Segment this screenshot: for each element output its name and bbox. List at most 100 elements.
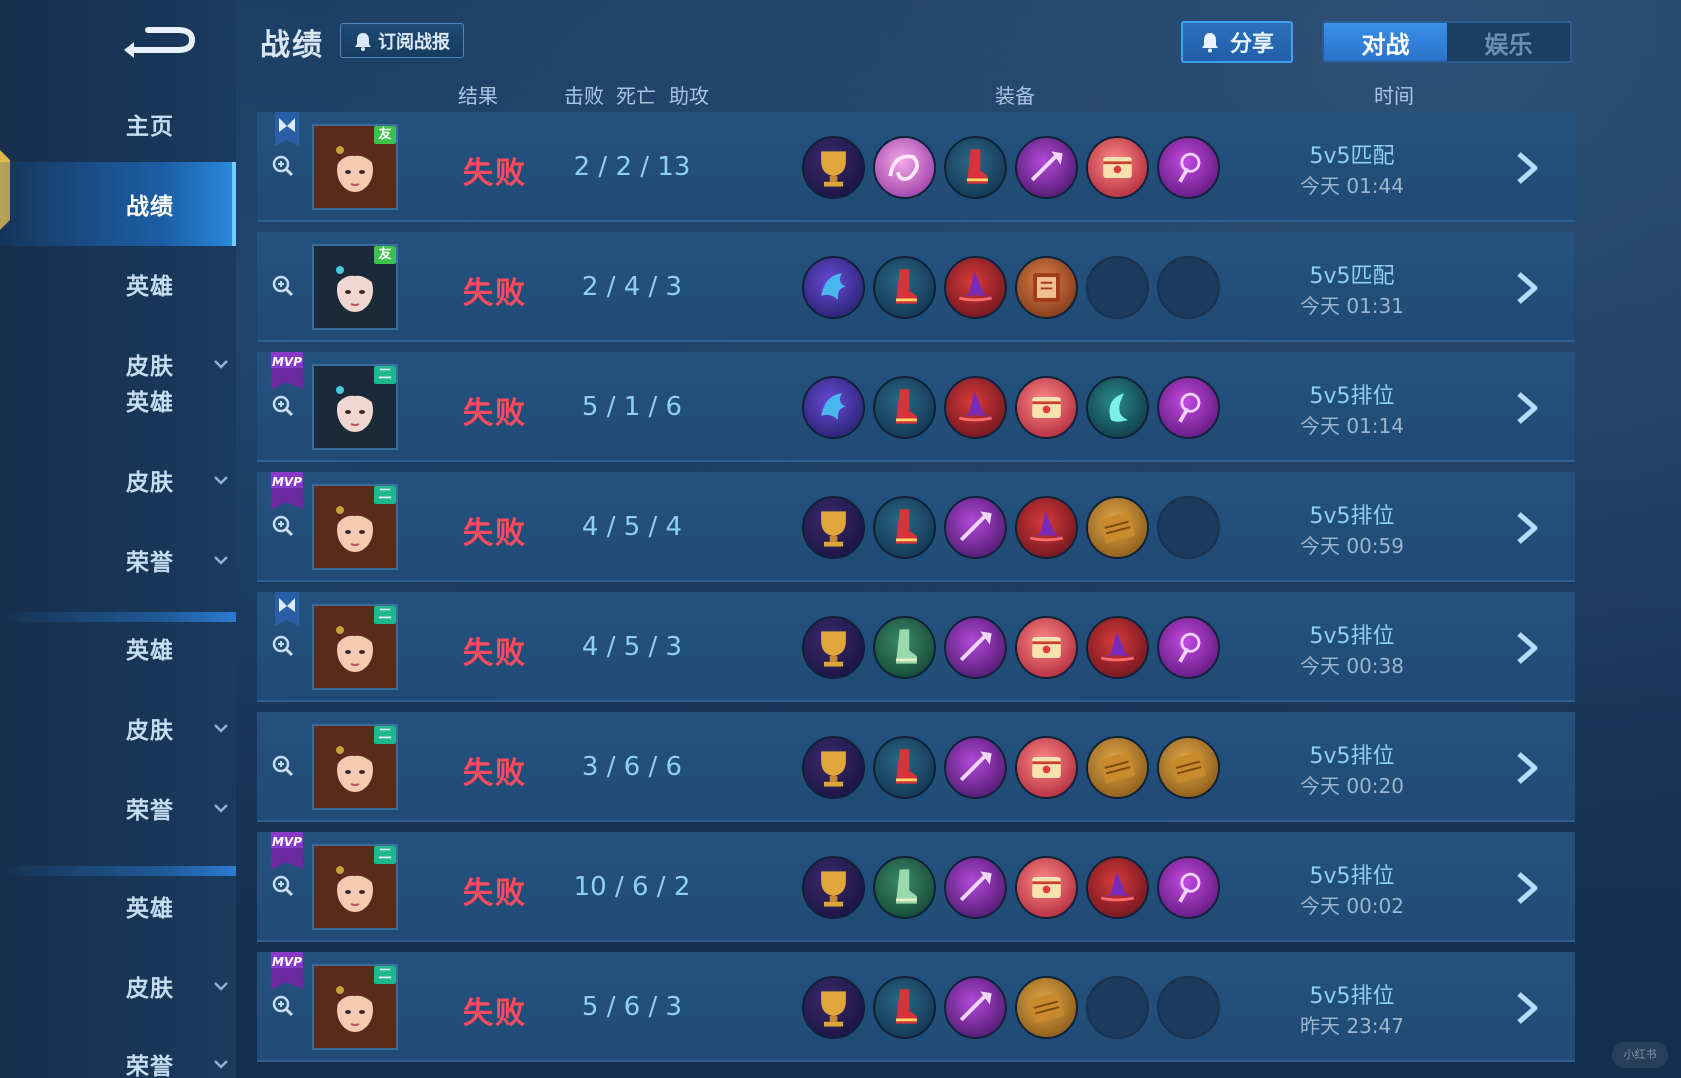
pink-swirl-item-icon[interactable] bbox=[873, 136, 936, 199]
red-boots-item-icon[interactable] bbox=[873, 976, 936, 1039]
purple-scepter-item-icon[interactable] bbox=[1157, 616, 1220, 679]
match-row[interactable]: 二失败 3 / 6 / 6 5v5排位 今天 00:20 bbox=[257, 712, 1575, 822]
red-boots-item-icon[interactable] bbox=[944, 136, 1007, 199]
subscribe-report-button[interactable]: 订阅战报 bbox=[340, 23, 464, 58]
match-row[interactable]: 友失败 2 / 2 / 13 5v5匹配 今天 01:44 bbox=[257, 112, 1575, 222]
match-row[interactable]: 友失败 2 / 4 / 3 5v5匹配 今天 01:31 bbox=[257, 232, 1575, 342]
purple-staff-item-icon[interactable] bbox=[944, 616, 1007, 679]
share-button[interactable]: 分享 bbox=[1181, 21, 1293, 63]
trophy-item-icon[interactable] bbox=[802, 736, 865, 799]
match-mode: 5v5排位 bbox=[1309, 624, 1395, 649]
match-row[interactable]: MVP 二失败 5 / 6 / 3 5v5排位 昨天 23:47 bbox=[257, 952, 1575, 1062]
tab-entertainment[interactable]: 娱乐 bbox=[1447, 23, 1570, 61]
wizard-hat-item-icon[interactable] bbox=[1086, 856, 1149, 919]
purple-scepter-item-icon[interactable] bbox=[1157, 136, 1220, 199]
view-detail-icon[interactable] bbox=[271, 154, 295, 178]
green-boots-item-icon[interactable] bbox=[873, 616, 936, 679]
sidebar-item[interactable]: 荣誉 bbox=[0, 532, 236, 588]
chevron-right-icon[interactable] bbox=[1509, 868, 1543, 908]
sidebar-item[interactable]: 皮肤 bbox=[0, 958, 236, 1014]
back-arrow-icon[interactable] bbox=[120, 20, 200, 64]
view-detail-icon[interactable] bbox=[271, 754, 295, 778]
equipment-list bbox=[802, 616, 1220, 679]
match-row[interactable]: MVP 二失败 4 / 5 / 4 5v5排位 今天 00:59 bbox=[257, 472, 1575, 582]
trophy-item-icon[interactable] bbox=[802, 856, 865, 919]
match-mode: 5v5排位 bbox=[1309, 744, 1395, 769]
chevron-down-icon bbox=[214, 556, 228, 565]
party-tag-badge: 二 bbox=[374, 846, 396, 864]
wizard-hat-item-icon[interactable] bbox=[1015, 496, 1078, 559]
bell-icon bbox=[355, 32, 371, 51]
match-row[interactable]: MVP 二失败 10 / 6 / 2 5v5排位 今天 00:02 bbox=[257, 832, 1575, 942]
tome-item-icon[interactable] bbox=[1015, 376, 1078, 439]
party-tag-badge: 二 bbox=[374, 606, 396, 624]
match-kda: 2 / 4 / 3 bbox=[581, 272, 683, 302]
sidebar-item[interactable]: 皮肤 bbox=[0, 452, 236, 508]
sidebar-item[interactable]: 英雄 bbox=[0, 620, 236, 676]
red-boots-item-icon[interactable] bbox=[873, 496, 936, 559]
red-book-item-icon[interactable] bbox=[1015, 256, 1078, 319]
purple-scepter-item-icon[interactable] bbox=[1157, 376, 1220, 439]
sidebar-item-label: 主页 bbox=[126, 114, 174, 140]
sidebar: 主页 战绩 英雄 皮肤 英雄 皮肤 荣誉 英雄 皮肤 荣誉 英雄 皮肤 荣誉 bbox=[0, 0, 236, 1078]
sidebar-item[interactable]: 荣誉 bbox=[0, 1036, 236, 1078]
red-boots-item-icon[interactable] bbox=[873, 376, 936, 439]
gold-book-item-icon[interactable] bbox=[1086, 496, 1149, 559]
sidebar-item[interactable]: 皮肤 bbox=[0, 700, 236, 756]
gold-book-item-icon[interactable] bbox=[1086, 736, 1149, 799]
green-boots-item-icon[interactable] bbox=[873, 856, 936, 919]
purple-staff-item-icon[interactable] bbox=[944, 496, 1007, 559]
match-row[interactable]: MVP 二失败 5 / 1 / 6 5v5排位 今天 01:14 bbox=[257, 352, 1575, 462]
tome-item-icon[interactable] bbox=[1015, 856, 1078, 919]
red-boots-item-icon[interactable] bbox=[873, 256, 936, 319]
sidebar-item[interactable]: 英雄 bbox=[0, 256, 236, 312]
chevron-right-icon[interactable] bbox=[1509, 148, 1543, 188]
crescent-item-icon[interactable] bbox=[1086, 376, 1149, 439]
view-detail-icon[interactable] bbox=[271, 634, 295, 658]
match-row[interactable]: 二失败 4 / 5 / 3 5v5排位 今天 00:38 bbox=[257, 592, 1575, 702]
purple-staff-item-icon[interactable] bbox=[944, 976, 1007, 1039]
equipment-list bbox=[802, 376, 1220, 439]
sidebar-item[interactable]: 主页 bbox=[0, 96, 236, 152]
tome-item-icon[interactable] bbox=[1015, 616, 1078, 679]
blue-dragon-item-icon[interactable] bbox=[802, 376, 865, 439]
view-detail-icon[interactable] bbox=[271, 994, 295, 1018]
trophy-item-icon[interactable] bbox=[802, 136, 865, 199]
match-result: 失败 bbox=[463, 396, 527, 431]
chevron-right-icon[interactable] bbox=[1509, 628, 1543, 668]
blue-dragon-item-icon[interactable] bbox=[802, 256, 865, 319]
gold-book-item-icon[interactable] bbox=[1015, 976, 1078, 1039]
view-detail-icon[interactable] bbox=[271, 394, 295, 418]
tome-item-icon[interactable] bbox=[1086, 136, 1149, 199]
trophy-item-icon[interactable] bbox=[802, 616, 865, 679]
sidebar-item[interactable]: 战绩 bbox=[0, 162, 236, 246]
tab-battle[interactable]: 对战 bbox=[1324, 23, 1447, 61]
sidebar-item[interactable]: 荣誉 bbox=[0, 780, 236, 836]
wizard-hat-item-icon[interactable] bbox=[944, 376, 1007, 439]
sidebar-item-label: 皮肤 bbox=[126, 976, 174, 1002]
view-detail-icon[interactable] bbox=[271, 514, 295, 538]
purple-staff-item-icon[interactable] bbox=[944, 736, 1007, 799]
chevron-right-icon[interactable] bbox=[1509, 988, 1543, 1028]
sidebar-item[interactable]: 英雄 bbox=[0, 372, 236, 428]
match-time: 今天 01:44 bbox=[1300, 174, 1404, 198]
trophy-item-icon[interactable] bbox=[802, 976, 865, 1039]
view-detail-icon[interactable] bbox=[271, 874, 295, 898]
gold-book-item-icon[interactable] bbox=[1157, 736, 1220, 799]
wizard-hat-item-icon[interactable] bbox=[1086, 616, 1149, 679]
purple-scepter-item-icon[interactable] bbox=[1157, 856, 1220, 919]
chevron-right-icon[interactable] bbox=[1509, 508, 1543, 548]
tome-item-icon[interactable] bbox=[1015, 736, 1078, 799]
purple-staff-item-icon[interactable] bbox=[1015, 136, 1078, 199]
chevron-right-icon[interactable] bbox=[1509, 748, 1543, 788]
view-detail-icon[interactable] bbox=[271, 274, 295, 298]
chevron-right-icon[interactable] bbox=[1509, 268, 1543, 308]
red-boots-item-icon[interactable] bbox=[873, 736, 936, 799]
chevron-right-icon[interactable] bbox=[1509, 388, 1543, 428]
match-result: 失败 bbox=[463, 516, 527, 551]
sidebar-item[interactable]: 英雄 bbox=[0, 878, 236, 934]
empty-item-slot bbox=[1157, 496, 1220, 559]
trophy-item-icon[interactable] bbox=[802, 496, 865, 559]
purple-staff-item-icon[interactable] bbox=[944, 856, 1007, 919]
wizard-hat-item-icon[interactable] bbox=[944, 256, 1007, 319]
